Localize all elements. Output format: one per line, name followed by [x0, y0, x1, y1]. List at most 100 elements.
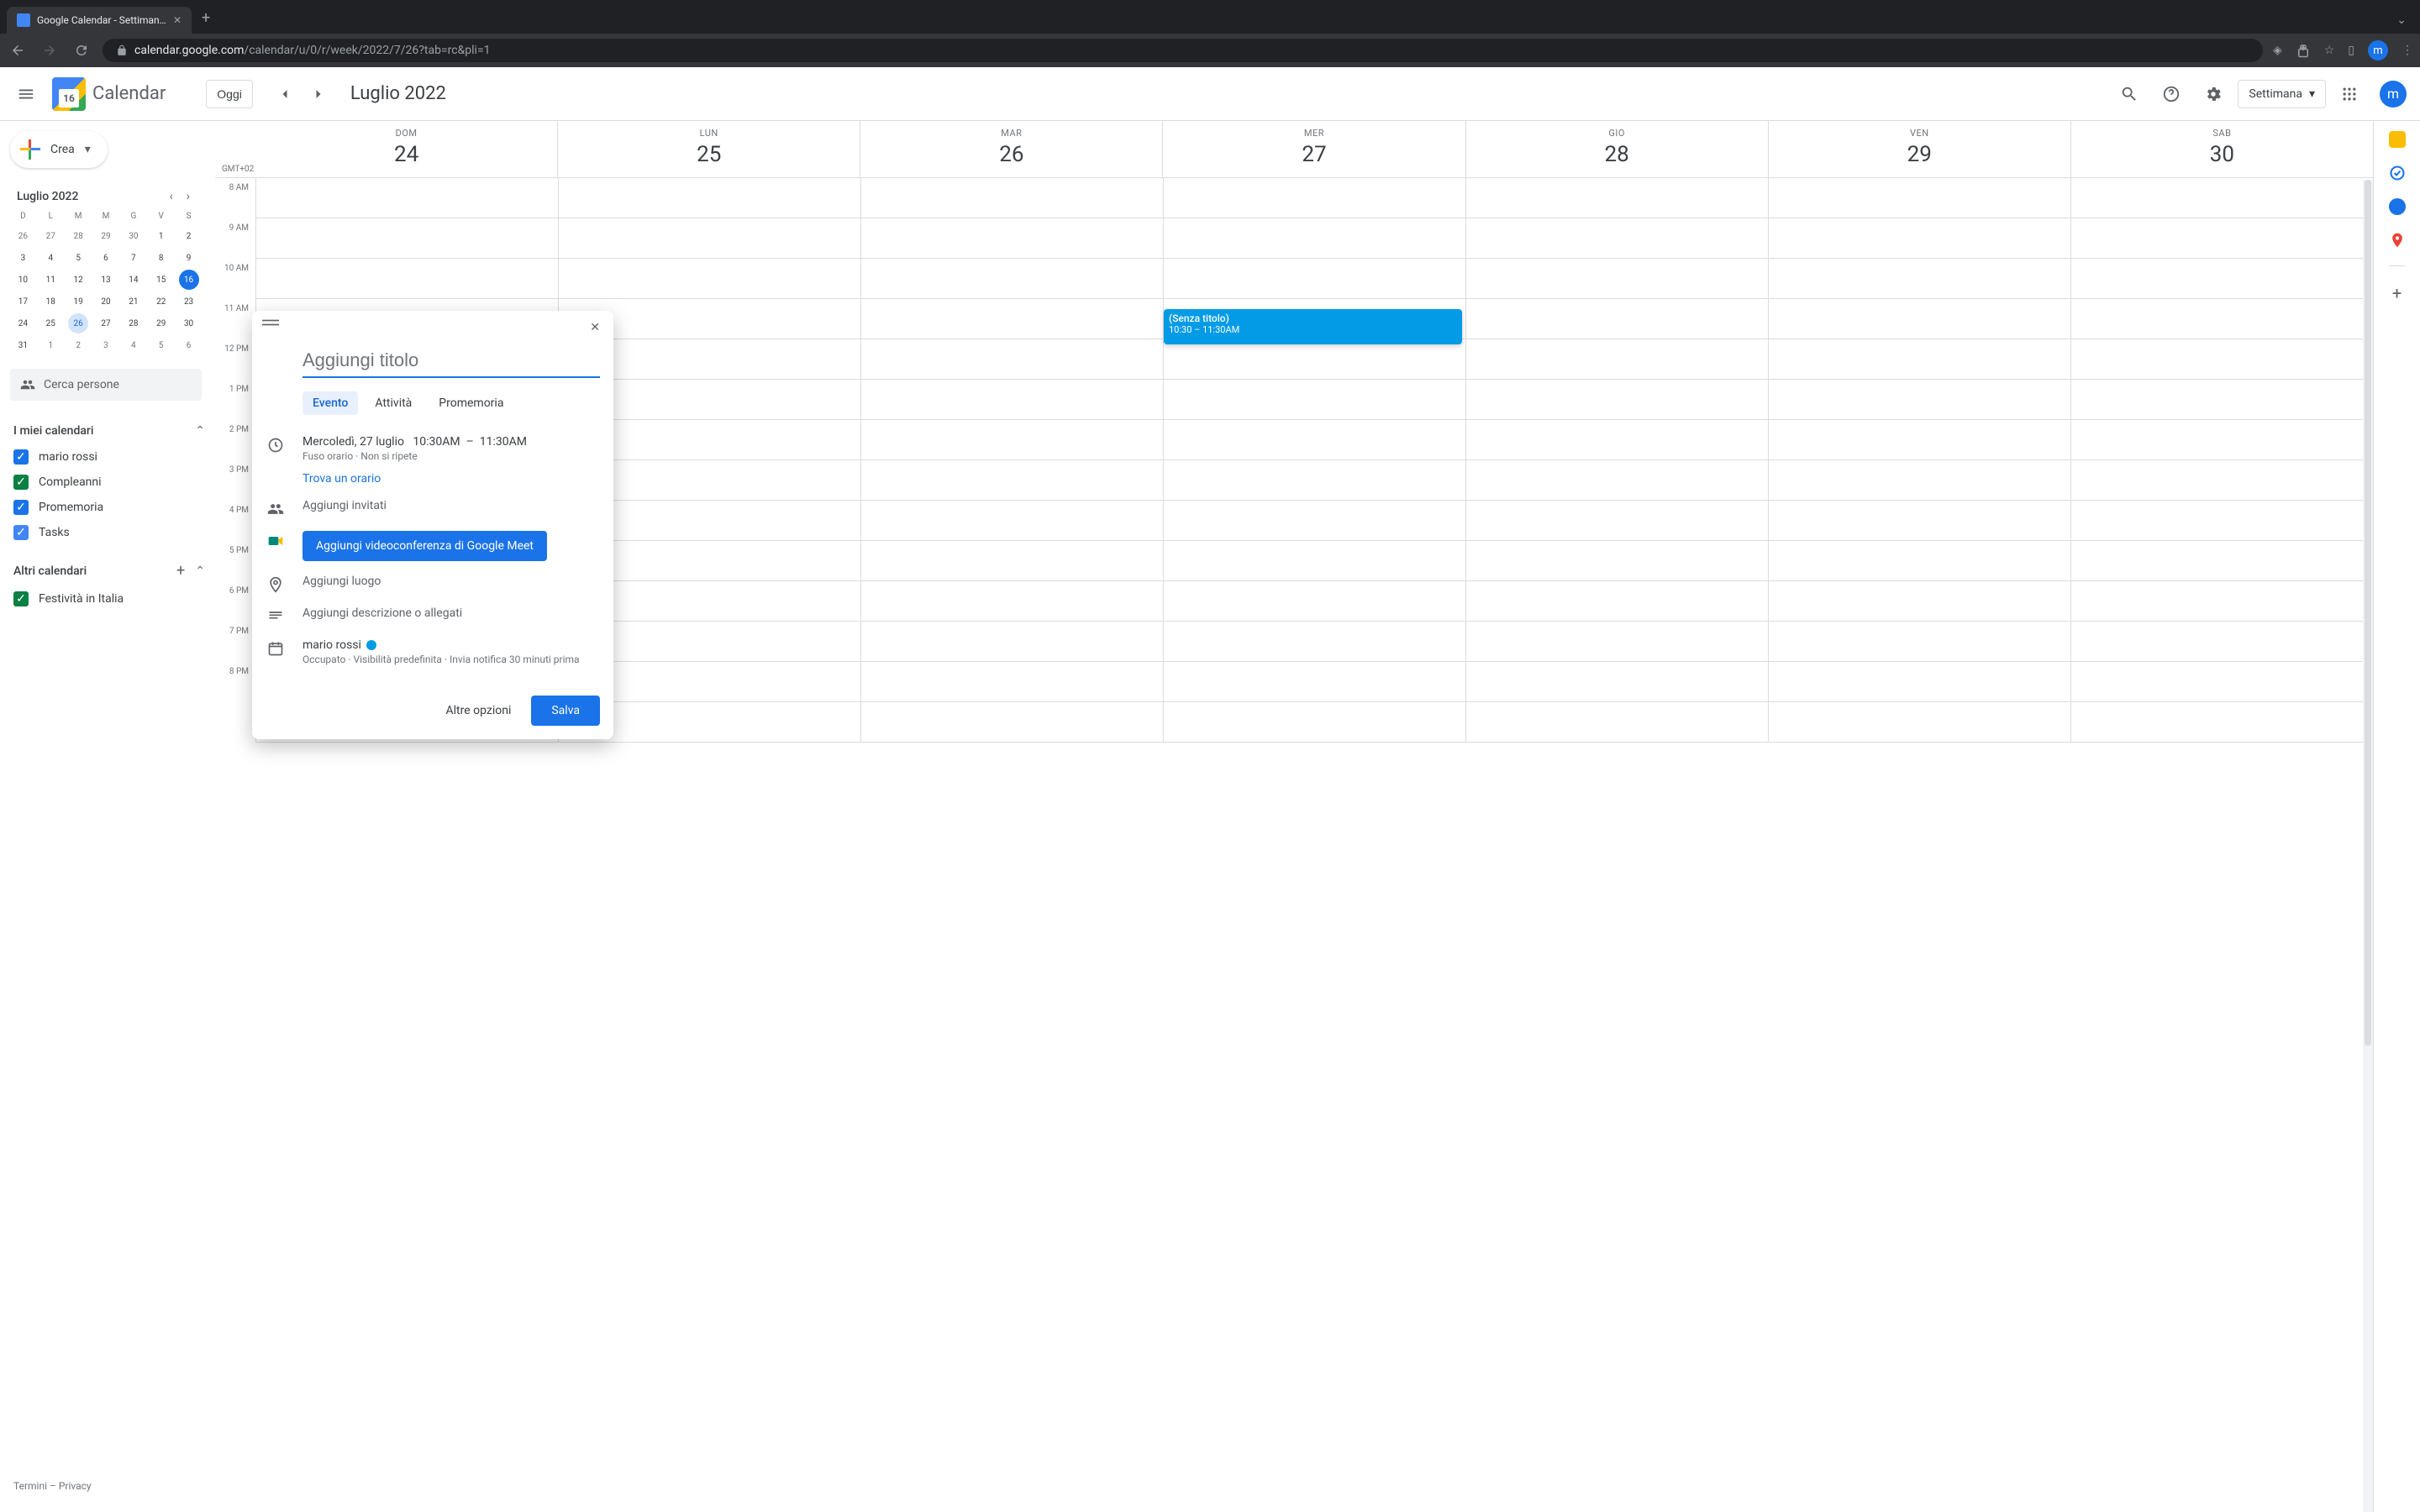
panel-icon[interactable]: ▯ — [2348, 44, 2354, 57]
drag-handle-icon[interactable] — [262, 318, 279, 338]
extension-icon[interactable]: ◈ — [2273, 44, 2282, 57]
event-datetime[interactable]: Mercoledì, 27 luglio 10:30AM – 11:30AM F… — [302, 435, 600, 462]
mini-day-cell[interactable]: 3 — [13, 248, 33, 268]
calendar-item[interactable]: ✓Festività in Italia — [10, 586, 208, 612]
reload-icon[interactable] — [71, 39, 92, 61]
mini-day-cell[interactable]: 4 — [40, 248, 60, 268]
day-column[interactable] — [2070, 178, 2373, 743]
mini-day-cell[interactable]: 30 — [124, 226, 144, 246]
mini-day-cell[interactable]: 31 — [13, 335, 33, 355]
share-icon[interactable] — [2296, 43, 2311, 58]
mini-day-cell[interactable]: 2 — [68, 335, 88, 355]
back-icon[interactable] — [7, 39, 29, 61]
mini-day-cell[interactable]: 25 — [40, 313, 60, 333]
bookmark-icon[interactable]: ☆ — [2324, 44, 2335, 57]
mini-day-cell[interactable]: 6 — [96, 248, 116, 268]
privacy-link[interactable]: Privacy — [59, 1480, 92, 1492]
day-header[interactable]: MER27 — [1162, 121, 1465, 177]
close-icon[interactable]: ✕ — [173, 14, 182, 26]
mini-day-cell[interactable]: 30 — [179, 313, 199, 333]
mini-day-cell[interactable]: 1 — [151, 226, 171, 246]
add-panel-icon[interactable]: + — [2392, 283, 2402, 303]
close-icon[interactable]: ✕ — [587, 318, 603, 338]
app-logo[interactable]: Calendar — [52, 77, 166, 111]
day-column[interactable]: (Senza titolo)10:30 – 11:30AM — [1163, 178, 1465, 743]
day-header[interactable]: VEN29 — [1768, 121, 2070, 177]
mini-day-cell[interactable]: 8 — [151, 248, 171, 268]
calendar-checkbox[interactable]: ✓ — [13, 500, 29, 515]
today-button[interactable]: Oggi — [206, 80, 253, 108]
mini-day-cell[interactable]: 18 — [40, 291, 60, 312]
save-button[interactable]: Salva — [531, 696, 600, 726]
new-tab-button[interactable]: + — [192, 3, 220, 34]
mini-prev-icon[interactable]: ‹ — [165, 188, 178, 205]
tab-task[interactable]: Attività — [365, 391, 422, 415]
mini-day-cell[interactable]: 26 — [13, 226, 33, 246]
tab-event[interactable]: Evento — [302, 391, 358, 415]
create-button[interactable]: Crea ▾ — [10, 131, 108, 168]
view-selector[interactable]: Settimana ▾ — [2238, 80, 2326, 108]
tab-overflow-icon[interactable]: ⌄ — [2390, 7, 2413, 34]
mini-next-icon[interactable]: › — [182, 188, 195, 205]
mini-day-cell[interactable]: 24 — [13, 313, 33, 333]
mini-day-cell[interactable]: 4 — [124, 335, 144, 355]
more-options-button[interactable]: Altre opzioni — [436, 697, 522, 724]
mini-day-cell[interactable]: 5 — [151, 335, 171, 355]
mini-day-cell[interactable]: 27 — [96, 313, 116, 333]
search-icon[interactable] — [2112, 76, 2147, 112]
mini-day-cell[interactable]: 23 — [179, 291, 199, 312]
mini-day-cell[interactable]: 11 — [40, 270, 60, 290]
url-field[interactable]: calendar.google.com/calendar/u/0/r/week/… — [103, 39, 2263, 62]
mini-day-cell[interactable]: 5 — [68, 248, 88, 268]
tab-reminder[interactable]: Promemoria — [429, 391, 513, 415]
day-header[interactable]: DOM24 — [255, 121, 557, 177]
mini-day-cell[interactable]: 17 — [13, 291, 33, 312]
calendar-checkbox[interactable]: ✓ — [13, 591, 29, 606]
calendar-checkbox[interactable]: ✓ — [13, 475, 29, 490]
next-period-icon[interactable] — [303, 79, 334, 109]
scroll-thumb[interactable] — [2365, 180, 2371, 1046]
help-icon[interactable] — [2154, 76, 2189, 112]
day-header[interactable]: GIO28 — [1465, 121, 1768, 177]
calendar-checkbox[interactable]: ✓ — [13, 449, 29, 465]
mini-day-cell[interactable]: 12 — [68, 270, 88, 290]
profile-avatar[interactable]: m — [2368, 40, 2388, 60]
settings-icon[interactable] — [2196, 76, 2231, 112]
mini-day-cell[interactable]: 15 — [151, 270, 171, 290]
maps-icon[interactable] — [2389, 232, 2406, 249]
my-calendars-toggle[interactable]: I miei calendari ⌃ — [10, 417, 208, 444]
calendar-item[interactable]: ✓mario rossi — [10, 444, 208, 470]
calendar-checkbox[interactable]: ✓ — [13, 525, 29, 540]
tasks-icon[interactable] — [2389, 165, 2406, 181]
day-header[interactable]: SAB30 — [2070, 121, 2373, 177]
add-description-field[interactable]: Aggiungi descrizione o allegati — [302, 606, 600, 620]
mini-day-cell[interactable]: 29 — [96, 226, 116, 246]
mini-day-cell[interactable]: 19 — [68, 291, 88, 312]
mini-day-cell[interactable]: 20 — [96, 291, 116, 312]
event-title-input[interactable] — [302, 344, 600, 378]
mini-day-cell[interactable]: 28 — [124, 313, 144, 333]
day-column[interactable] — [1768, 178, 2070, 743]
mini-day-cell[interactable]: 2 — [179, 226, 199, 246]
mini-day-cell[interactable]: 28 — [68, 226, 88, 246]
mini-day-cell[interactable]: 27 — [40, 226, 60, 246]
calendar-item[interactable]: ✓Tasks — [10, 520, 208, 545]
mini-day-cell[interactable]: 6 — [179, 335, 199, 355]
prev-period-icon[interactable] — [270, 79, 300, 109]
day-header[interactable]: MAR26 — [860, 121, 1162, 177]
mini-day-cell[interactable]: 7 — [124, 248, 144, 268]
add-location-field[interactable]: Aggiungi luogo — [302, 575, 600, 588]
calendar-item[interactable]: ✓Promemoria — [10, 495, 208, 520]
day-column[interactable] — [860, 178, 1163, 743]
add-calendar-icon[interactable]: + — [176, 562, 185, 580]
hamburger-icon[interactable] — [7, 75, 45, 113]
find-time-link[interactable]: Trova un orario — [302, 469, 600, 492]
mini-day-cell[interactable]: 9 — [179, 248, 199, 268]
add-guests-field[interactable]: Aggiungi invitati — [302, 499, 600, 512]
event-chip[interactable]: (Senza titolo)10:30 – 11:30AM — [1164, 309, 1462, 344]
apps-grid-icon[interactable] — [2333, 77, 2366, 111]
browser-tab[interactable]: Google Calendar - Settimana d ✕ — [7, 7, 192, 34]
day-column[interactable] — [1465, 178, 1768, 743]
mini-day-cell[interactable]: 16 — [179, 270, 199, 290]
mini-day-cell[interactable]: 10 — [13, 270, 33, 290]
